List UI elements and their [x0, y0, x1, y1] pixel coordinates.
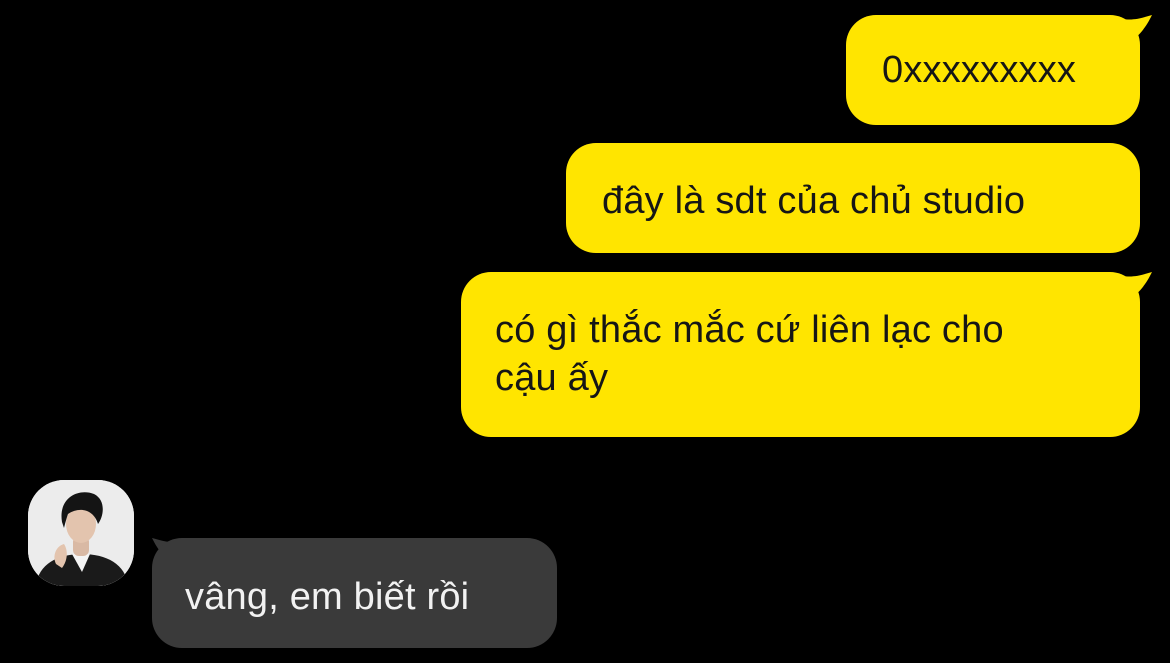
profile-photo-avatar [28, 480, 134, 586]
outgoing-message[interactable]: 0xxxxxxxxx [846, 15, 1140, 125]
contact-avatar[interactable] [28, 480, 134, 586]
outgoing-message[interactable]: đây là sdt của chủ studio [566, 143, 1140, 253]
chat-thread: 0xxxxxxxxx đây là sdt của chủ studio có … [0, 0, 1170, 663]
incoming-message[interactable]: vâng, em biết rồi [152, 538, 557, 648]
outgoing-message[interactable]: có gì thắc mắc cứ liên lạc cho cậu ấy [461, 272, 1140, 437]
